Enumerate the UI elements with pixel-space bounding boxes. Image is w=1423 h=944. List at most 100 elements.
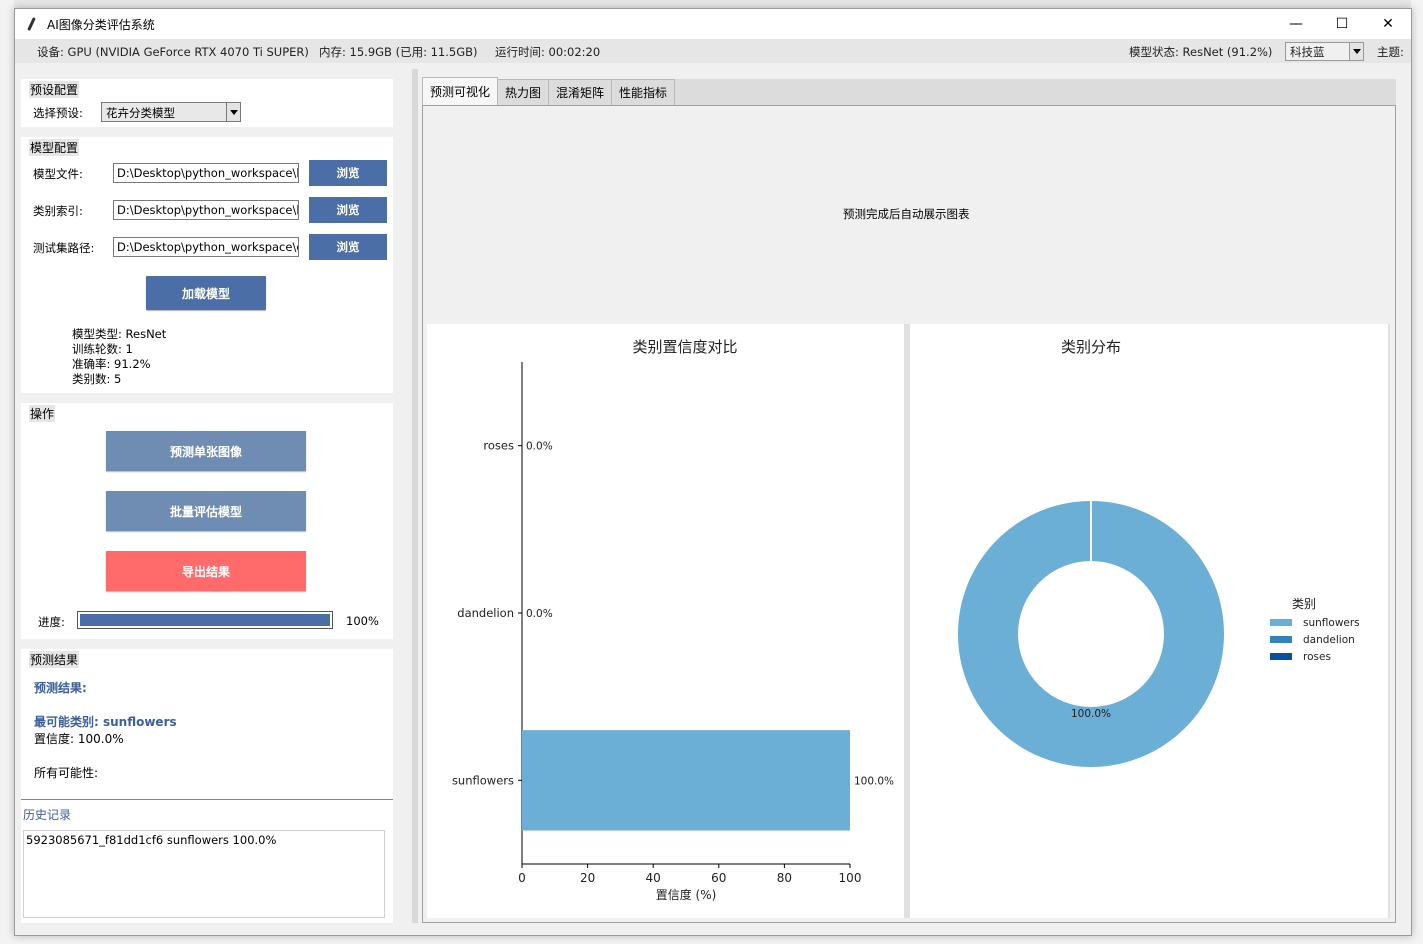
x-axis-label: 置信度 (%) (656, 887, 717, 902)
bar-chart-pane: 类别置信度对比 sunflowers 100.0% dandelion 0.0% rose… (427, 324, 904, 918)
progress-fill (80, 614, 330, 626)
predict-single-button[interactable]: 预测单张图像 (106, 431, 306, 471)
donut-chart: 类别分布 100.0% 类别 sunflowers dandelion roses (958, 338, 1360, 767)
history-title: 历史记录 (23, 808, 72, 822)
slice-value-label: 100.0% (1071, 708, 1111, 720)
main-window: AI图像分类评估系统 — ☐ ✕ 设备: GPU (NVIDIA GeForce… (14, 8, 1412, 936)
background-app-left (0, 0, 14, 944)
preset-group-title: 预设配置 (29, 81, 80, 98)
x-tick-label: 0 (518, 871, 526, 885)
browse-test-path-button[interactable]: 浏览 (309, 234, 387, 260)
progress-bar (77, 611, 333, 629)
all-probabilities-label: 所有可能性: (34, 766, 99, 780)
tab-bar: 预测可视化 热力图 混淆矩阵 性能指标 (422, 77, 1396, 105)
x-tick-label: 20 (580, 871, 595, 885)
load-model-button[interactable]: 加载模型 (146, 276, 266, 310)
history-entry[interactable]: 5923085671_f81dd1cf6 sunflowers 100.0% (26, 833, 382, 847)
bar-chart-title: 类别置信度对比 (632, 338, 737, 356)
chart-area: 类别置信度对比 sunflowers 100.0% dandelion 0.0% rose… (427, 324, 1390, 918)
background-app-bottom (0, 936, 1423, 944)
y-tick-label: dandelion (457, 606, 514, 620)
chevron-down-icon[interactable] (226, 103, 240, 121)
y-tick-label: sunflowers (452, 773, 514, 787)
feather-icon (25, 17, 39, 31)
bar-value-label: 0.0% (526, 608, 553, 620)
theme-select-value: 科技蓝 (1290, 45, 1325, 59)
chevron-down-icon[interactable] (1349, 43, 1363, 60)
tab-heatmap[interactable]: 热力图 (497, 79, 550, 105)
tab-prediction-visualization[interactable]: 预测可视化 (422, 77, 499, 105)
history-list[interactable]: 5923085671_f81dd1cf6 sunflowers 100.0% (23, 830, 385, 918)
results-group: 预测结果 预测结果: 最可能类别: sunflowers 置信度: 100.0%… (21, 649, 393, 799)
model-type: 模型类型: ResNet (72, 327, 167, 341)
model-config-title: 模型配置 (29, 139, 80, 156)
legend-swatch (1270, 653, 1292, 660)
legend-label: dandelion (1303, 634, 1355, 646)
actions-title: 操作 (29, 405, 56, 422)
actions-group: 操作 预测单张图像 批量评估模型 导出结果 进度: 100% (21, 403, 393, 639)
legend-label: sunflowers (1303, 617, 1360, 629)
status-bar: 设备: GPU (NVIDIA GeForce RTX 4070 Ti SUPE… (15, 39, 1411, 63)
tab-confusion-matrix[interactable]: 混淆矩阵 (548, 79, 613, 105)
model-file-label: 模型文件: (33, 167, 83, 181)
bar-sunflowers (522, 730, 850, 831)
legend-label: roses (1303, 651, 1331, 663)
bar-value-label: 100.0% (854, 775, 894, 787)
x-tick-label: 100 (839, 871, 862, 885)
theme-select[interactable]: 科技蓝 (1285, 42, 1364, 61)
maximize-button[interactable]: ☐ (1319, 9, 1365, 39)
test-path-label: 测试集路径: (33, 241, 95, 255)
top-class: 最可能类别: sunflowers (34, 715, 177, 729)
model-class-count: 类别数: 5 (72, 372, 122, 386)
left-panel: 预设配置 选择预设: 花卉分类模型 模型配置 模型文件: D:\Desktop\… (21, 69, 393, 923)
model-file-input[interactable]: D:\Desktop\python_workspace\hu (113, 163, 299, 183)
background-app-right (1411, 0, 1423, 944)
donut-chart-title: 类别分布 (1061, 338, 1121, 356)
progress-percent: 100% (346, 614, 379, 628)
test-path-input[interactable]: D:\Desktop\python_workspace\de (113, 237, 299, 257)
memory-status: 内存: 15.9GB (已用: 11.5GB) (319, 45, 478, 59)
y-tick-label: roses (483, 439, 514, 453)
window-title: AI图像分类评估系统 (47, 17, 155, 32)
results-title: 预测结果 (29, 651, 80, 668)
preset-group: 预设配置 选择预设: 花卉分类模型 (21, 79, 393, 127)
model-config-group: 模型配置 模型文件: D:\Desktop\python_workspace\h… (21, 137, 393, 393)
progress-label: 进度: (38, 615, 65, 629)
runtime-status: 运行时间: 00:02:20 (495, 45, 601, 59)
model-epochs: 训练轮数: 1 (72, 342, 133, 356)
results-heading: 预测结果: (34, 681, 87, 695)
chart-placeholder-text: 预测完成后自动展示图表 (843, 207, 970, 221)
browse-class-index-button[interactable]: 浏览 (309, 197, 387, 223)
panel-splitter[interactable] (412, 69, 418, 923)
export-results-button[interactable]: 导出结果 (106, 551, 306, 591)
theme-label: 主题: (1377, 45, 1404, 59)
legend-title: 类别 (1292, 597, 1316, 611)
top-confidence: 置信度: 100.0% (34, 732, 124, 746)
bar-value-label: 0.0% (526, 441, 553, 453)
close-button[interactable]: ✕ (1365, 9, 1411, 39)
batch-eval-button[interactable]: 批量评估模型 (106, 491, 306, 531)
right-panel: 预测可视化 热力图 混淆矩阵 性能指标 预测完成后自动展示图表 类别置信度对比 s… (422, 77, 1396, 923)
tab-content: 预测完成后自动展示图表 类别置信度对比 sunflowers 100.0% dande… (422, 105, 1396, 923)
donut-chart-pane: 类别分布 100.0% 类别 sunflowers dandelion roses (910, 324, 1388, 918)
x-tick-label: 80 (777, 871, 792, 885)
history-group: 历史记录 5923085671_f81dd1cf6 sunflowers 100… (21, 799, 393, 923)
x-tick-label: 40 (646, 871, 661, 885)
title-bar[interactable]: AI图像分类评估系统 — ☐ ✕ (15, 9, 1411, 39)
model-status: 模型状态: ResNet (91.2%) (1129, 45, 1273, 59)
legend-swatch (1270, 619, 1292, 626)
slice-sunflowers (958, 501, 1224, 767)
preset-select[interactable]: 花卉分类模型 (101, 102, 241, 122)
tab-performance-metrics[interactable]: 性能指标 (611, 79, 676, 105)
legend-swatch (1270, 636, 1292, 643)
model-info: 模型类型: ResNet 训练轮数: 1 准确率: 91.2% 类别数: 5 (72, 327, 166, 387)
class-index-label: 类别索引: (33, 204, 83, 218)
preset-label: 选择预设: (33, 106, 83, 120)
minimize-button[interactable]: — (1273, 9, 1319, 39)
device-status: 设备: GPU (NVIDIA GeForce RTX 4070 Ti SUPE… (37, 45, 309, 59)
bar-chart: 类别置信度对比 sunflowers 100.0% dandelion 0.0% rose… (452, 338, 894, 902)
class-index-input[interactable]: D:\Desktop\python_workspace\hu (113, 200, 299, 220)
x-tick-label: 60 (711, 871, 726, 885)
preset-select-value: 花卉分类模型 (106, 106, 175, 120)
browse-model-file-button[interactable]: 浏览 (309, 160, 387, 186)
